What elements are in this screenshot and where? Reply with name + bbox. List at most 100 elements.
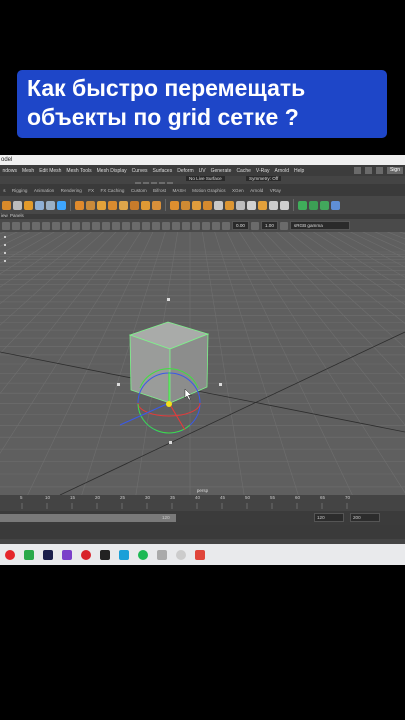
settings-icon[interactable] [353,167,361,174]
panel-menu-panels[interactable]: Panels [10,213,24,218]
tab-custom[interactable]: Custom [128,188,150,193]
extrude-icon[interactable] [170,200,179,210]
planar-map-icon[interactable] [309,200,318,210]
grid-icon[interactable] [42,221,50,230]
auto-map-icon[interactable] [320,200,329,210]
extract-icon[interactable] [97,200,106,210]
bookmark-icon[interactable] [22,221,30,230]
slide-edge-icon[interactable] [280,200,289,210]
command-line[interactable] [0,525,405,539]
smooth-icon[interactable] [119,200,128,210]
quad-draw-icon[interactable] [236,200,245,210]
lasso-icon[interactable] [13,200,22,210]
menu-surfaces[interactable]: Surfaces [150,168,175,174]
exposure-icon[interactable] [222,221,230,230]
tab-vray[interactable]: VRay [267,188,285,193]
insert-loop-icon[interactable] [258,200,267,210]
menu-curves[interactable]: Curves [129,168,150,174]
separate-icon[interactable] [86,200,95,210]
symmetry-dropdown[interactable]: Symmetry: Off [246,176,282,181]
tab-animation[interactable]: Animation [31,188,58,193]
combine-icon[interactable] [75,200,84,210]
3d-viewport[interactable]: persp [0,232,405,495]
menu-mesh-display[interactable]: Mesh Display [94,168,129,174]
range-end-field[interactable]: 120 [314,513,344,522]
film-gate-icon[interactable] [52,221,60,230]
tab-poly-modeling[interactable]: s [0,188,9,193]
exposure-field[interactable]: 0.00 [232,221,249,230]
range-slider-handle[interactable] [0,514,176,522]
gamma-field[interactable]: 1.00 [260,221,278,230]
reduce-icon[interactable] [130,200,139,210]
color-management-icon[interactable] [279,221,288,230]
tab-bifrost[interactable]: Bifrost [150,188,169,193]
motion-blur-icon[interactable] [172,221,180,230]
tab-arnold[interactable]: Arnold [247,188,267,193]
mirror-icon[interactable] [141,200,150,210]
menu-mesh[interactable]: Mesh [19,168,36,174]
telegram-icon[interactable] [119,549,129,560]
ambient-occlusion-icon[interactable] [162,221,170,230]
bevel-icon[interactable] [181,200,190,210]
resolution-gate-icon[interactable] [62,221,70,230]
sign-in-button[interactable]: Sign [386,167,403,174]
append-icon[interactable] [203,200,212,210]
edge-loop-icon[interactable] [247,200,256,210]
menu-mesh-tools[interactable]: Mesh Tools [64,168,94,174]
textured-icon[interactable] [132,221,140,230]
panel-menu-view[interactable]: iew [1,213,8,218]
purple-app-icon[interactable] [62,549,72,560]
menu-arnold[interactable]: Arnold [272,168,291,174]
handle-right[interactable] [219,383,222,386]
menu-vray[interactable]: V-Ray [253,168,272,174]
xray-icon[interactable] [202,221,210,230]
menu-deform[interactable]: Deform [175,168,196,174]
boolean-icon[interactable] [108,200,117,210]
offset-loop-icon[interactable] [269,200,278,210]
tab-rendering[interactable]: Rendering [57,188,85,193]
tab-rigging[interactable]: Rigging [9,188,31,193]
user-icon[interactable] [375,167,383,174]
camera-icon[interactable] [2,221,10,230]
gray-app-icon[interactable] [157,549,167,560]
cube-icon[interactable] [46,200,55,210]
menu-help[interactable]: Help [291,168,306,174]
lighting-icon[interactable] [142,221,150,230]
film-app-icon[interactable] [100,549,110,560]
time-slider[interactable]: 5 10 15 20 25 30 35 40 45 50 55 60 65 70 [0,495,405,511]
wireframe-on-shaded-icon[interactable] [122,221,130,230]
uv-editor-icon[interactable] [298,200,307,210]
camtasia-recorder-icon[interactable] [195,549,205,560]
image-plane-icon[interactable] [32,221,40,230]
shadows-icon[interactable] [152,221,160,230]
menu-generate[interactable]: Generate [208,168,234,174]
multi-cut-icon[interactable] [214,200,223,210]
fill-hole-icon[interactable] [152,200,161,210]
tab-xgen[interactable]: XGen [229,188,247,193]
tab-fx[interactable]: FX [85,188,97,193]
opera-icon[interactable] [5,549,15,560]
round-app-icon[interactable] [176,549,186,560]
render-icon[interactable] [331,200,340,210]
gamma-icon[interactable] [250,221,259,230]
tab-fx-caching[interactable]: FX Caching [97,188,127,193]
home-icon[interactable] [364,167,372,174]
smooth-shade-icon[interactable] [112,221,120,230]
menu-edit-mesh[interactable]: Edit Mesh [37,168,64,174]
color-space-dropdown[interactable]: sRGB gamma [289,221,350,230]
spotify-icon[interactable] [138,549,148,560]
bridge-icon[interactable] [192,200,201,210]
handle-left[interactable] [117,383,120,386]
menu-uv[interactable]: UV [196,168,208,174]
text-tool-icon[interactable] [24,200,33,210]
isolate-select-icon[interactable] [192,221,200,230]
camera-attributes-icon[interactable] [12,221,20,230]
premiere-icon[interactable] [43,549,53,560]
select-tool-icon[interactable] [2,200,11,210]
gate-mask-icon[interactable] [72,221,80,230]
anti-aliasing-icon[interactable] [182,221,190,230]
pinterest-icon[interactable] [81,549,91,560]
svg-tool-icon[interactable] [35,200,44,210]
safe-action-icon[interactable] [92,221,100,230]
tab-mash[interactable]: MASH [169,188,189,193]
